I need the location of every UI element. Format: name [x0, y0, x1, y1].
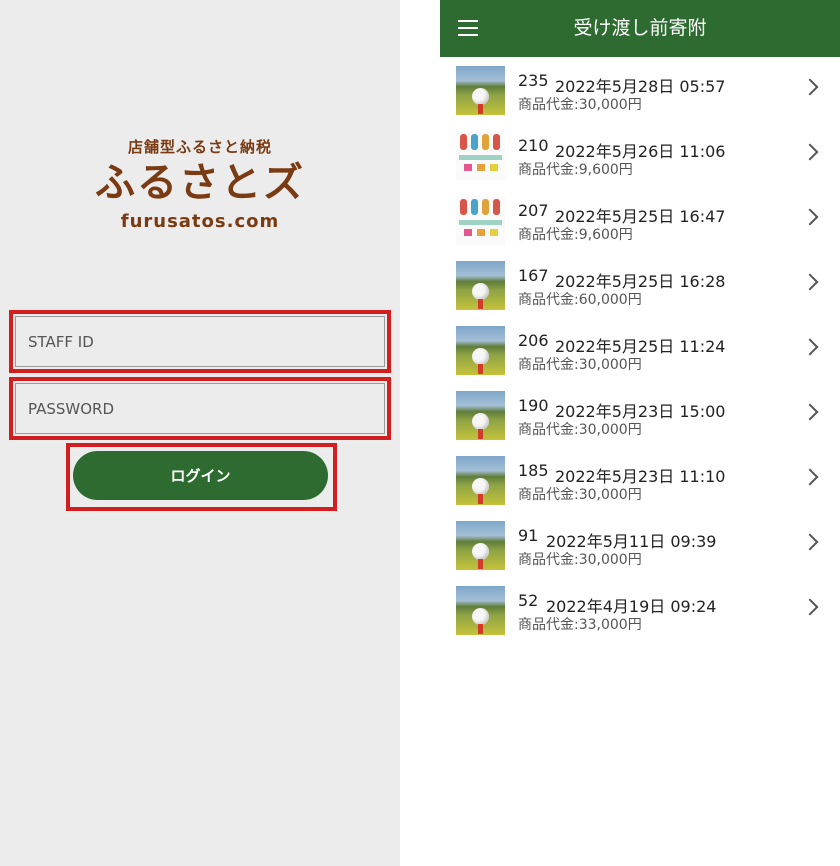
product-price: 商品代金:33,000円	[518, 617, 642, 633]
page-title: 受け渡し前寄附	[573, 17, 707, 39]
list-item[interactable]: 207 2022年5月25日 16:47 商品代金:9,600円	[440, 187, 840, 252]
chevron-right-icon	[801, 143, 819, 161]
golf-ball-thumbnail	[456, 66, 505, 115]
list-item[interactable]: 52 2022年4月19日 09:24 商品代金:33,000円	[440, 577, 840, 642]
donation-id: 190	[518, 396, 549, 415]
list-item[interactable]: 206 2022年5月25日 11:24 商品代金:30,000円	[440, 317, 840, 382]
donation-id: 235	[518, 71, 549, 90]
logo-wordmark: ふるさとズ	[95, 160, 305, 206]
golf-ball-thumbnail	[456, 326, 505, 375]
product-price: 商品代金:30,000円	[518, 357, 642, 373]
chevron-right-icon	[801, 468, 819, 486]
login-button-label: ログイン	[170, 467, 231, 485]
chevron-right-icon	[801, 598, 819, 616]
password-input[interactable]: PASSWORD	[15, 383, 385, 434]
gift-set-thumbnail	[456, 131, 505, 180]
chevron-right-icon	[801, 403, 819, 421]
list-item[interactable]: 235 2022年5月28日 05:57 商品代金:30,000円	[440, 57, 840, 122]
donation-id: 91	[518, 526, 539, 545]
golf-ball-thumbnail	[456, 521, 505, 570]
staff-id-input[interactable]: STAFF ID	[15, 316, 385, 367]
chevron-right-icon	[801, 273, 819, 291]
list-item[interactable]: 190 2022年5月23日 15:00 商品代金:30,000円	[440, 382, 840, 447]
chevron-right-icon	[801, 208, 819, 226]
golf-ball-thumbnail	[456, 261, 505, 310]
golf-ball-thumbnail	[456, 456, 505, 505]
product-price: 商品代金:30,000円	[518, 552, 642, 568]
staff-id-placeholder: STAFF ID	[28, 332, 94, 351]
chevron-right-icon	[801, 533, 819, 551]
password-placeholder: PASSWORD	[28, 399, 115, 418]
product-price: 商品代金:30,000円	[518, 487, 642, 503]
product-price: 商品代金:9,600円	[518, 227, 633, 243]
golf-ball-thumbnail	[456, 586, 505, 635]
login-screen: 店舗型ふるさと納税 ふるさとズ furusatos.com STAFF ID P…	[0, 0, 400, 866]
product-price: 商品代金:30,000円	[518, 97, 642, 113]
list-item[interactable]: 91 2022年5月11日 09:39 商品代金:30,000円	[440, 512, 840, 577]
product-price: 商品代金:60,000円	[518, 292, 642, 308]
donation-id: 185	[518, 461, 549, 480]
list-item[interactable]: 210 2022年5月26日 11:06 商品代金:9,600円	[440, 122, 840, 187]
product-price: 商品代金:30,000円	[518, 422, 642, 438]
chevron-right-icon	[801, 78, 819, 96]
list-item[interactable]: 185 2022年5月23日 11:10 商品代金:30,000円	[440, 447, 840, 512]
donation-list-screen: 受け渡し前寄附 235 2022年5月28日 05:57 商品代金:30,000円 2…	[440, 0, 840, 866]
donation-id: 52	[518, 591, 539, 610]
brand-logo: 店舗型ふるさと納税 ふるさとズ furusatos.com	[0, 136, 400, 232]
logo-subtitle: 店舗型ふるさと納税	[127, 138, 272, 156]
login-button[interactable]: ログイン	[73, 451, 328, 500]
donation-id: 210	[518, 136, 549, 155]
product-price: 商品代金:9,600円	[518, 162, 633, 178]
donation-id: 167	[518, 266, 549, 285]
donation-id: 207	[518, 201, 549, 220]
donation-list: 235 2022年5月28日 05:57 商品代金:30,000円 210 2022年5…	[440, 57, 840, 642]
chevron-right-icon	[801, 338, 819, 356]
logo-domain: furusatos.com	[120, 211, 280, 232]
donation-id: 206	[518, 331, 549, 350]
gift-set-thumbnail	[456, 196, 505, 245]
list-item[interactable]: 167 2022年5月25日 16:28 商品代金:60,000円	[440, 252, 840, 317]
golf-ball-thumbnail	[456, 391, 505, 440]
app-header: 受け渡し前寄附	[440, 0, 840, 57]
